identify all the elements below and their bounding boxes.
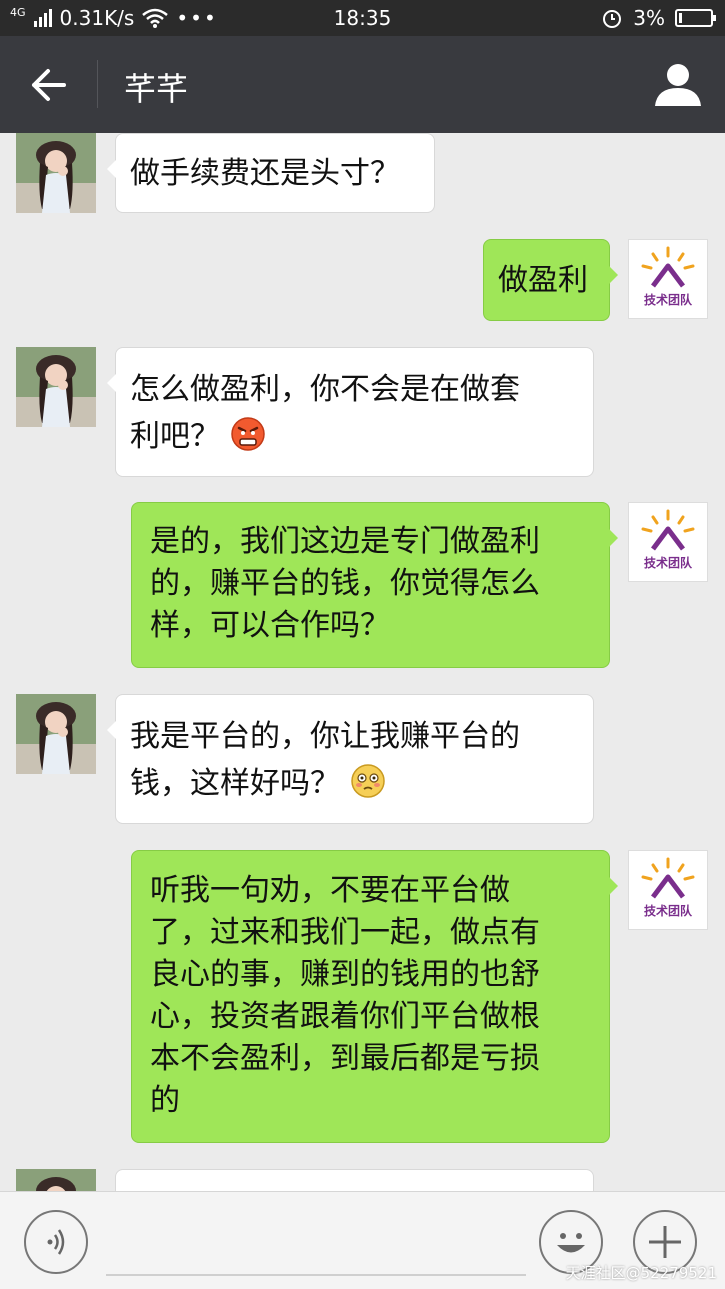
- chat-header: 芊芊: [0, 36, 725, 133]
- message-input[interactable]: [106, 1274, 526, 1276]
- team-logo-text: 技术团队: [644, 555, 693, 570]
- message-line: 心，投资者跟着你们平台做根: [150, 999, 540, 1034]
- contact-avatar[interactable]: [16, 694, 96, 774]
- message-line: 钱，这样好吗？: [130, 766, 340, 801]
- message-bubble[interactable]: [115, 1169, 594, 1191]
- flushed-face-icon: [350, 764, 385, 798]
- contact-avatar[interactable]: [16, 1169, 96, 1191]
- message-bubble[interactable]: 是的，我们这边是专门做盈利 的，赚平台的钱，你觉得怎么 样，可以合作吗？: [131, 502, 618, 668]
- header-divider: [97, 60, 98, 108]
- message-line: 良心的事，赚到的钱用的也舒: [150, 957, 540, 992]
- team-logo-text: 技术团队: [644, 292, 693, 307]
- voice-button[interactable]: [24, 1210, 88, 1274]
- person-icon[interactable]: [651, 58, 705, 112]
- message-line: 样，可以合作吗？: [150, 608, 390, 643]
- message-line: 本不会盈利，到最后都是亏损: [150, 1041, 540, 1076]
- message-line: 是的，我们这边是专门做盈利: [150, 524, 540, 559]
- message-line: 的: [150, 1083, 180, 1118]
- contact-avatar[interactable]: [16, 133, 96, 213]
- contact-name: 芊芊: [124, 70, 189, 108]
- battery-icon: [675, 9, 716, 27]
- back-arrow-icon[interactable]: [20, 60, 76, 110]
- message-line: 了，过来和我们一起，做点有: [150, 915, 540, 950]
- message-line: 的，赚平台的钱，你觉得怎么: [150, 566, 540, 601]
- angry-face-icon: [230, 417, 265, 451]
- message-bubble[interactable]: 做盈利: [483, 239, 618, 321]
- chat-area[interactable]: 做手续费还是头寸？ 做盈利 技术团队 怎么做盈利，你不会是在做套 利吧？ 是的，…: [0, 133, 725, 1191]
- message-line: 听我一句劝，不要在平台做: [150, 873, 510, 908]
- my-avatar[interactable]: 技术团队: [628, 502, 708, 582]
- alarm-icon: [603, 10, 622, 28]
- message-text: 做手续费还是头寸？: [130, 156, 400, 191]
- message-bubble[interactable]: 听我一句劝，不要在平台做 了，过来和我们一起，做点有 良心的事，赚到的钱用的也舒…: [131, 850, 618, 1143]
- voice-icon: [47, 1229, 65, 1255]
- message-bubble[interactable]: 做手续费还是头寸？: [107, 133, 435, 213]
- team-logo-text: 技术团队: [644, 903, 693, 918]
- status-bar: 4G 0.31K/s ••• 18:35 3%: [0, 0, 725, 36]
- battery-percent: 3%: [633, 6, 665, 30]
- input-bar: 天涯社区@52279521: [0, 1191, 725, 1289]
- message-line: 我是平台的，你让我赚平台的: [130, 719, 520, 754]
- message-line: 利吧？: [130, 419, 220, 454]
- message-text: 做盈利: [498, 263, 588, 298]
- contact-avatar[interactable]: [16, 347, 96, 427]
- message-line: 怎么做盈利，你不会是在做套: [130, 372, 520, 407]
- message-bubble[interactable]: 我是平台的，你让我赚平台的 钱，这样好吗？: [107, 694, 594, 824]
- my-avatar[interactable]: 技术团队: [628, 850, 708, 930]
- message-bubble[interactable]: 怎么做盈利，你不会是在做套 利吧？: [107, 347, 594, 477]
- my-avatar[interactable]: 技术团队: [628, 239, 708, 319]
- watermark: 天涯社区@52279521: [565, 1264, 717, 1282]
